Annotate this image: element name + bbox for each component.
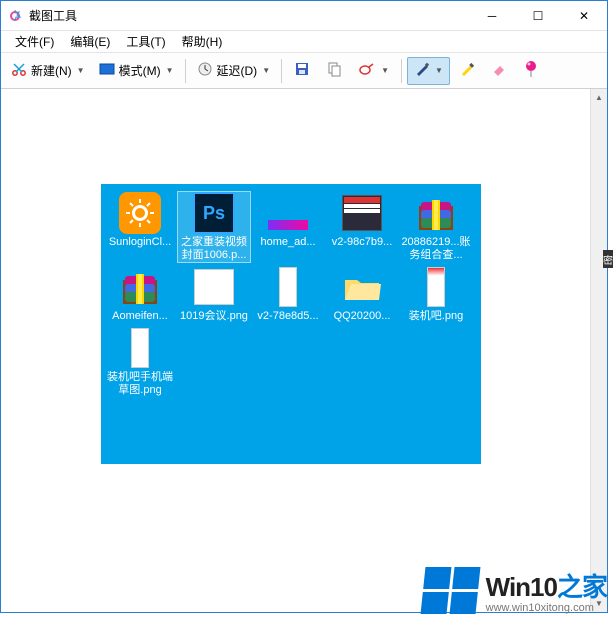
email-button[interactable]: ▼	[351, 57, 396, 85]
minimize-button[interactable]: ─	[469, 1, 515, 31]
content-area: SunloginCl...Ps之家重装视频封面1006.p...home_ad.…	[1, 89, 607, 612]
save-icon	[294, 61, 310, 80]
highlighter-icon	[459, 61, 475, 80]
desktop-file[interactable]: 装机吧手机端草图.png	[104, 327, 176, 397]
watermark: Win10之家 www.win10xitong.com	[423, 567, 607, 614]
pen-button[interactable]: ▼	[407, 57, 450, 85]
right-edge-badge: 密	[603, 250, 613, 268]
rectangle-icon	[99, 61, 115, 80]
new-label: 新建(N)	[31, 62, 72, 79]
pen-icon	[414, 61, 430, 80]
titlebar: 截图工具 ─ ☐ ✕	[1, 1, 607, 31]
watermark-zh: 之家	[557, 572, 607, 602]
eraser-button[interactable]	[484, 57, 514, 85]
app-window: 截图工具 ─ ☐ ✕ 文件(F) 编辑(E) 工具(T) 帮助(H) 新建(N)…	[0, 0, 608, 613]
file-label: 装机吧手机端草图.png	[104, 371, 176, 397]
file-label: 装机吧.png	[400, 310, 472, 323]
window-title: 截图工具	[29, 7, 469, 24]
copy-button[interactable]	[319, 57, 349, 85]
watermark-en: Win10	[486, 572, 557, 602]
file-label: 之家重装视频封面1006.p...	[178, 236, 250, 262]
desktop-file[interactable]: Aomeifen...	[104, 266, 176, 323]
dropdown-arrow-icon: ▼	[262, 66, 270, 75]
menu-tools[interactable]: 工具(T)	[118, 31, 173, 52]
desktop-file[interactable]: 装机吧.png	[400, 266, 472, 323]
menubar: 文件(F) 编辑(E) 工具(T) 帮助(H)	[1, 31, 607, 53]
close-button[interactable]: ✕	[561, 1, 607, 31]
file-icon: Ps	[192, 192, 236, 234]
capture-preview: SunloginCl...Ps之家重装视频封面1006.p...home_ad.…	[101, 184, 481, 464]
desktop-file[interactable]: SunloginCl...	[104, 192, 176, 262]
app-icon	[7, 8, 23, 24]
delay-button[interactable]: 延迟(D) ▼	[191, 57, 277, 85]
scroll-up-icon[interactable]: ▲	[591, 89, 607, 106]
file-icon	[118, 266, 162, 308]
toolbar-separator	[185, 59, 186, 83]
file-icon	[340, 266, 384, 308]
desktop-file[interactable]: Ps之家重装视频封面1006.p...	[178, 192, 250, 262]
file-label: home_ad...	[252, 236, 324, 249]
dropdown-arrow-icon: ▼	[381, 66, 389, 75]
menu-help[interactable]: 帮助(H)	[174, 31, 231, 52]
toolbar: 新建(N) ▼ 模式(M) ▼ 延迟(D) ▼ ▼ ▼	[1, 53, 607, 89]
dropdown-arrow-icon: ▼	[435, 66, 443, 75]
file-label: QQ20200...	[326, 310, 398, 323]
desktop-file[interactable]: 20886219...账务组合查...	[400, 192, 472, 262]
file-icon	[340, 192, 384, 234]
highlighter-button[interactable]	[452, 57, 482, 85]
delay-label: 延迟(D)	[217, 62, 258, 79]
watermark-text: Win10之家 www.win10xitong.com	[486, 567, 607, 614]
dropdown-arrow-icon: ▼	[166, 66, 174, 75]
file-label: v2-98c7b9...	[326, 236, 398, 249]
file-icon	[192, 266, 236, 308]
email-icon	[358, 61, 376, 80]
desktop-file[interactable]: home_ad...	[252, 192, 324, 262]
new-button[interactable]: 新建(N) ▼	[5, 57, 91, 85]
file-label: 20886219...账务组合查...	[400, 236, 472, 262]
desktop-file[interactable]: QQ20200...	[326, 266, 398, 323]
desktop-file[interactable]: 1019会议.png	[178, 266, 250, 323]
menu-edit[interactable]: 编辑(E)	[62, 31, 118, 52]
clock-icon	[197, 61, 213, 80]
paint3d-button[interactable]	[516, 57, 546, 85]
watermark-url: www.win10xitong.com	[486, 602, 594, 614]
file-icon	[414, 192, 458, 234]
file-icon	[118, 327, 162, 369]
scissors-icon	[11, 61, 27, 80]
file-icon	[266, 192, 310, 234]
file-icon	[266, 266, 310, 308]
mode-button[interactable]: 模式(M) ▼	[93, 57, 180, 85]
file-label: SunloginCl...	[104, 236, 176, 249]
file-label: Aomeifen...	[104, 310, 176, 323]
file-icon	[118, 192, 162, 234]
desktop-file[interactable]: v2-78e8d5...	[252, 266, 324, 323]
toolbar-separator	[281, 59, 282, 83]
eraser-icon	[491, 61, 507, 80]
toolbar-separator	[401, 59, 402, 83]
balloon-icon	[523, 59, 539, 82]
maximize-button[interactable]: ☐	[515, 1, 561, 31]
windows-logo-icon	[420, 567, 480, 614]
copy-icon	[326, 61, 342, 80]
file-label: 1019会议.png	[178, 310, 250, 323]
menu-file[interactable]: 文件(F)	[7, 31, 62, 52]
file-label: v2-78e8d5...	[252, 310, 324, 323]
desktop-file[interactable]: v2-98c7b9...	[326, 192, 398, 262]
vertical-scrollbar[interactable]: ▲ ▼	[590, 89, 607, 612]
mode-label: 模式(M)	[119, 62, 161, 79]
save-button[interactable]	[287, 57, 317, 85]
file-icon	[414, 266, 458, 308]
dropdown-arrow-icon: ▼	[77, 66, 85, 75]
